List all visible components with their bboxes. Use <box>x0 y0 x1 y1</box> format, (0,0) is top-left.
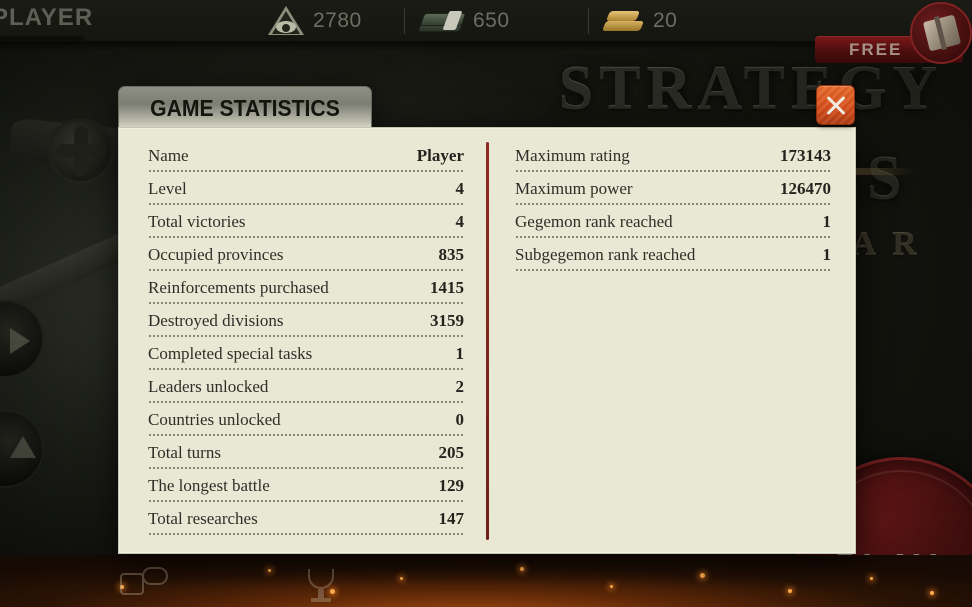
stat-row: Completed special tasks 1 <box>148 342 464 375</box>
stat-value: 129 <box>438 476 465 495</box>
stat-label: Maximum rating <box>515 146 630 165</box>
stat-row: Destroyed divisions 3159 <box>148 309 464 342</box>
game-screen: STRATEGY TACTICS WORLD WAR & PLAY PLAYER <box>0 0 972 607</box>
dialog-title-tab: GAME STATISTICS <box>118 86 372 128</box>
stat-row-separator <box>148 401 464 403</box>
stat-row-separator <box>515 203 831 205</box>
stat-row: Maximum power 126470 <box>515 177 831 210</box>
stat-label: Name <box>148 146 189 165</box>
stat-label: Level <box>148 179 187 198</box>
stat-row-separator <box>148 302 464 304</box>
stat-row: Gegemon rank reached 1 <box>515 210 831 243</box>
hud-separator-1 <box>404 8 405 34</box>
hud-resource-influence[interactable]: 2780 <box>268 0 362 42</box>
stat-row: Total researches 147 <box>148 507 464 540</box>
free-offer-badge[interactable] <box>910 2 972 64</box>
stat-row: The longest battle 129 <box>148 474 464 507</box>
dialog-title: GAME STATISTICS <box>150 95 340 121</box>
stat-row: Occupied provinces 835 <box>148 243 464 276</box>
free-offer-label: FREE <box>849 40 903 59</box>
close-button[interactable] <box>816 85 855 125</box>
stat-row-separator <box>148 335 464 337</box>
stat-row-separator <box>148 203 464 205</box>
hud-player-label: PLAYER <box>0 4 94 31</box>
stat-value: 1 <box>455 344 465 363</box>
stat-label: The longest battle <box>148 476 270 495</box>
stat-value: Player <box>416 146 464 165</box>
hud-resource-gold[interactable]: 20 <box>601 0 678 42</box>
stat-label: Leaders unlocked <box>148 377 269 396</box>
stat-row: Total turns 205 <box>148 441 464 474</box>
bottom-bar <box>0 555 972 607</box>
stat-value: 1415 <box>430 278 464 297</box>
stat-row-separator <box>148 500 464 502</box>
hud-money-value: 650 <box>473 9 510 32</box>
stat-label: Reinforcements purchased <box>148 278 329 297</box>
hud-influence-value: 2780 <box>313 9 362 32</box>
stat-value: 835 <box>438 245 465 264</box>
stat-value: 3159 <box>430 311 464 330</box>
stat-row-separator <box>148 236 464 238</box>
money-stack-icon <box>417 8 467 34</box>
stat-label: Destroyed divisions <box>148 311 284 330</box>
stat-row: Total victories 4 <box>148 210 464 243</box>
stat-label: Total researches <box>148 509 258 528</box>
stat-row: Maximum rating 173143 <box>515 144 831 177</box>
stat-value: 2 <box>455 377 465 396</box>
stat-label: Total victories <box>148 212 246 231</box>
stat-label: Maximum power <box>515 179 633 198</box>
stat-row-separator <box>148 467 464 469</box>
stat-row: Name Player <box>148 144 464 177</box>
stat-row: Countries unlocked 0 <box>148 408 464 441</box>
stat-value: 147 <box>438 509 465 528</box>
stat-label: Occupied provinces <box>148 245 284 264</box>
eye-pyramid-icon <box>268 6 304 36</box>
stat-row-separator <box>148 368 464 370</box>
stat-label: Completed special tasks <box>148 344 313 363</box>
stat-row-separator <box>515 170 831 172</box>
stat-row-separator <box>515 236 831 238</box>
stat-value: 173143 <box>780 146 831 165</box>
stat-value: 1 <box>822 245 832 264</box>
game-statistics-dialog: GAME STATISTICS Name Player Level 4 Total vi… <box>118 86 856 554</box>
stat-row-separator <box>148 533 464 535</box>
stat-row: Subgegemon rank reached 1 <box>515 243 831 276</box>
stat-row-separator <box>148 434 464 436</box>
dialog-body: Name Player Level 4 Total victories 4 Occupied… <box>118 127 856 554</box>
stat-row-separator <box>148 170 464 172</box>
stat-row: Level 4 <box>148 177 464 210</box>
stat-label: Countries unlocked <box>148 410 281 429</box>
stat-value: 4 <box>455 179 465 198</box>
stats-column-left: Name Player Level 4 Total victories 4 Occupied… <box>148 144 464 540</box>
stat-value: 126470 <box>780 179 831 198</box>
stat-row: Reinforcements purchased 1415 <box>148 276 464 309</box>
chat-icon[interactable] <box>120 567 168 595</box>
stat-value: 4 <box>455 212 465 231</box>
hud-resource-money[interactable]: 650 <box>417 0 510 42</box>
stat-row: Leaders unlocked 2 <box>148 375 464 408</box>
hud-separator-2 <box>588 8 589 34</box>
stats-column-right: Maximum rating 173143 Maximum power 126470 G… <box>515 144 831 276</box>
hud-gold-value: 20 <box>653 9 678 32</box>
stat-label: Subgegemon rank reached <box>515 245 696 264</box>
stat-value: 205 <box>438 443 465 462</box>
column-divider <box>486 142 489 540</box>
stat-label: Total turns <box>148 443 221 462</box>
stat-row-separator <box>515 269 831 271</box>
gold-bars-icon <box>601 8 645 34</box>
trophy-icon[interactable] <box>308 569 334 602</box>
stat-row-separator <box>148 269 464 271</box>
stat-value: 0 <box>455 410 465 429</box>
stat-label: Gegemon rank reached <box>515 212 673 231</box>
stat-value: 1 <box>822 212 832 231</box>
